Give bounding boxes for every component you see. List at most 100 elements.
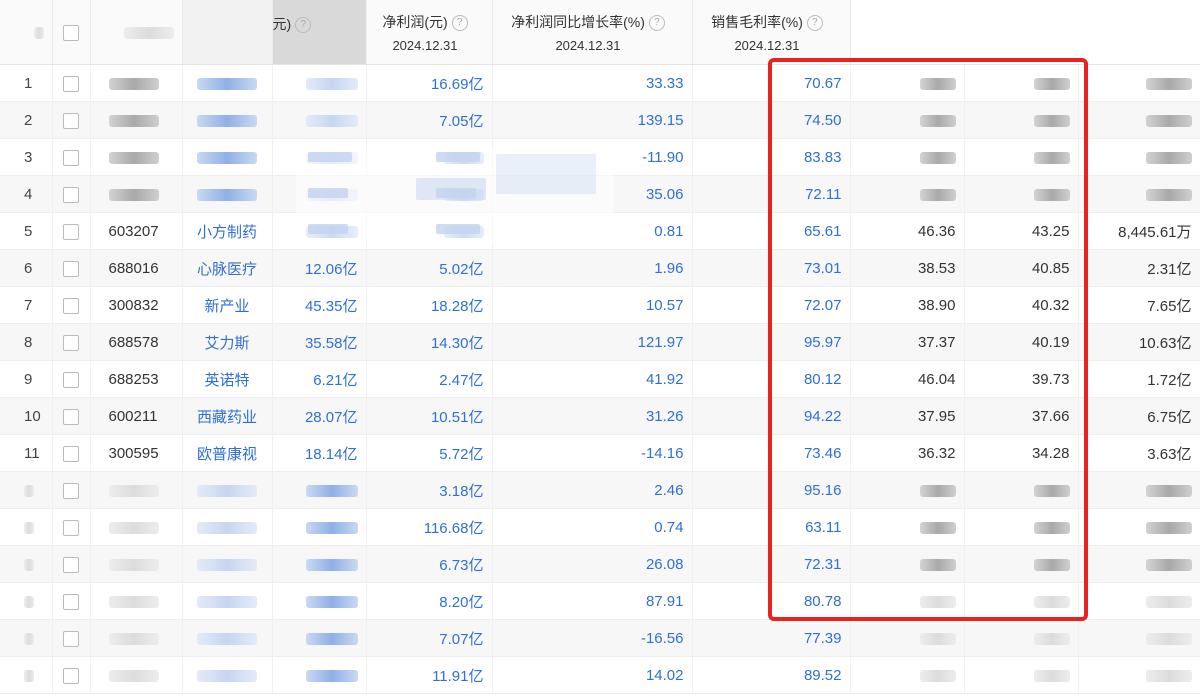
header-col-9[interactable] bbox=[850, 0, 964, 65]
stock-name-link[interactable] bbox=[182, 64, 273, 102]
table-row[interactable]: 9 688253 英诺特 6.21亿 2.47亿 41.92 80.12 46.04 39.73… bbox=[0, 360, 1200, 398]
row-checkbox[interactable] bbox=[63, 667, 79, 684]
metric-col-1 bbox=[850, 656, 965, 694]
row-checkbox[interactable] bbox=[63, 334, 79, 351]
header-index[interactable] bbox=[0, 0, 53, 65]
stock-name-link[interactable] bbox=[182, 175, 273, 213]
row-checkbox-cell[interactable] bbox=[52, 212, 91, 250]
gross-margin-value: 65.61 bbox=[803, 222, 842, 240]
row-checkbox-cell[interactable] bbox=[52, 471, 91, 509]
blurred-value bbox=[919, 632, 956, 645]
stock-code-value: 688578 bbox=[108, 333, 159, 351]
stock-name-link[interactable] bbox=[182, 656, 273, 694]
revenue bbox=[272, 545, 367, 583]
table-row[interactable]: 7.07亿 -16.56 77.39 bbox=[0, 619, 1200, 657]
row-checkbox-cell[interactable] bbox=[52, 545, 91, 583]
row-checkbox[interactable] bbox=[63, 519, 79, 536]
stock-name-link[interactable]: 西藏药业 bbox=[182, 397, 273, 435]
header-net-profit-growth[interactable]: 净利润同比增长率(%)? 2024.12.31 bbox=[492, 0, 693, 65]
stock-name-value[interactable]: 西藏药业 bbox=[197, 409, 257, 426]
stock-name-value[interactable]: 艾力斯 bbox=[204, 335, 249, 352]
row-checkbox[interactable] bbox=[63, 556, 79, 573]
header-select-all[interactable] bbox=[52, 0, 91, 65]
table-row[interactable]: 6 688016 心脉医疗 12.06亿 5.02亿 1.96 73.01 38.53 40.8… bbox=[0, 249, 1200, 287]
row-checkbox-cell[interactable] bbox=[52, 323, 91, 361]
header-net-profit[interactable]: 净利润(元)? 2024.12.31 bbox=[366, 0, 493, 65]
help-icon[interactable]: ? bbox=[451, 14, 468, 31]
row-checkbox-cell[interactable] bbox=[52, 64, 91, 102]
row-checkbox-cell[interactable] bbox=[52, 286, 91, 324]
gross-margin-value: 72.31 bbox=[803, 555, 842, 573]
table-row[interactable]: 2 7.05亿 139.15 74.50 bbox=[0, 101, 1200, 139]
header-col-11[interactable] bbox=[1078, 0, 1200, 65]
blurred-value bbox=[1145, 669, 1192, 682]
table-row[interactable]: 11.91亿 14.02 89.52 bbox=[0, 656, 1200, 694]
row-index-value: 9 bbox=[24, 370, 33, 388]
stock-name-link[interactable]: 欧普康视 bbox=[182, 434, 273, 472]
row-checkbox[interactable] bbox=[63, 630, 79, 647]
stock-name-link[interactable] bbox=[182, 138, 273, 176]
stock-name-link[interactable] bbox=[182, 545, 273, 583]
blurred-value bbox=[197, 521, 257, 534]
row-checkbox[interactable] bbox=[63, 149, 79, 166]
stock-name-link[interactable]: 心脉医疗 bbox=[182, 249, 273, 287]
stock-name-link[interactable] bbox=[182, 619, 273, 657]
row-checkbox[interactable] bbox=[63, 371, 79, 388]
stock-name-link[interactable] bbox=[182, 101, 273, 139]
help-icon[interactable]: ? bbox=[806, 14, 823, 31]
table-row[interactable]: 8.20亿 87.91 80.78 bbox=[0, 582, 1200, 620]
stock-name-link[interactable]: 新产业 bbox=[182, 286, 273, 324]
row-checkbox[interactable] bbox=[63, 75, 79, 92]
table-row[interactable]: 3.18亿 2.46 95.16 bbox=[0, 471, 1200, 509]
stock-name-link[interactable] bbox=[182, 471, 273, 509]
row-checkbox-cell[interactable] bbox=[52, 138, 91, 176]
row-checkbox[interactable] bbox=[63, 223, 79, 240]
row-checkbox-cell[interactable] bbox=[52, 619, 91, 657]
blurred-value bbox=[1145, 188, 1192, 201]
row-checkbox[interactable] bbox=[63, 482, 79, 499]
row-checkbox-cell[interactable] bbox=[52, 656, 91, 694]
table-row[interactable]: 11 300595 欧普康视 18.14亿 5.72亿 -14.16 73.46 36.32 3… bbox=[0, 434, 1200, 472]
row-checkbox-cell[interactable] bbox=[52, 101, 91, 139]
header-col-10[interactable] bbox=[964, 0, 1078, 65]
select-all-checkbox[interactable] bbox=[63, 24, 79, 41]
blurred-value bbox=[1033, 114, 1070, 127]
stock-name-value[interactable]: 欧普康视 bbox=[197, 446, 257, 463]
row-checkbox-cell[interactable] bbox=[52, 175, 91, 213]
header-gross-margin[interactable]: 销售毛利率(%)? 2024.12.31 bbox=[692, 0, 851, 65]
table-row[interactable]: 6.73亿 26.08 72.31 bbox=[0, 545, 1200, 583]
row-checkbox[interactable] bbox=[63, 112, 79, 129]
table-row[interactable]: 7 300832 新产业 45.35亿 18.28亿 10.57 72.07 38.90 40.… bbox=[0, 286, 1200, 324]
header-revenue[interactable]: 元)? bbox=[272, 0, 367, 65]
table-row[interactable]: 116.68亿 0.74 63.11 bbox=[0, 508, 1200, 546]
stock-name-link[interactable] bbox=[182, 582, 273, 620]
row-checkbox-cell[interactable] bbox=[52, 434, 91, 472]
stock-name-link[interactable] bbox=[182, 508, 273, 546]
table-row[interactable]: 10 600211 西藏药业 28.07亿 10.51亿 31.26 94.22 37.95 3… bbox=[0, 397, 1200, 435]
row-checkbox[interactable] bbox=[63, 186, 79, 203]
row-checkbox-cell[interactable] bbox=[52, 360, 91, 398]
row-checkbox[interactable] bbox=[63, 408, 79, 425]
stock-name-link[interactable]: 艾力斯 bbox=[182, 323, 273, 361]
header-code[interactable] bbox=[90, 0, 183, 65]
header-name[interactable] bbox=[182, 0, 273, 65]
help-icon[interactable]: ? bbox=[295, 17, 312, 34]
row-checkbox[interactable] bbox=[63, 445, 79, 462]
row-checkbox[interactable] bbox=[63, 297, 79, 314]
row-checkbox-cell[interactable] bbox=[52, 249, 91, 287]
table-row[interactable]: 8 688578 艾力斯 35.58亿 14.30亿 121.97 95.97 37.37 40… bbox=[0, 323, 1200, 361]
row-checkbox[interactable] bbox=[63, 260, 79, 277]
stock-name-link[interactable]: 英诺特 bbox=[182, 360, 273, 398]
stock-name-value[interactable]: 英诺特 bbox=[204, 372, 249, 389]
row-checkbox-cell[interactable] bbox=[52, 397, 91, 435]
row-checkbox-cell[interactable] bbox=[52, 582, 91, 620]
stock-code bbox=[90, 619, 183, 657]
help-icon[interactable]: ? bbox=[648, 14, 665, 31]
stock-name-value[interactable]: 心脉医疗 bbox=[197, 261, 257, 278]
row-checkbox-cell[interactable] bbox=[52, 508, 91, 546]
stock-name-link[interactable]: 小方制药 bbox=[182, 212, 273, 250]
stock-name-value[interactable]: 新产业 bbox=[204, 298, 249, 315]
row-checkbox[interactable] bbox=[63, 593, 79, 610]
stock-name-value[interactable]: 小方制药 bbox=[197, 224, 257, 241]
table-row[interactable]: 1 16.69亿 33.33 70.67 bbox=[0, 64, 1200, 102]
